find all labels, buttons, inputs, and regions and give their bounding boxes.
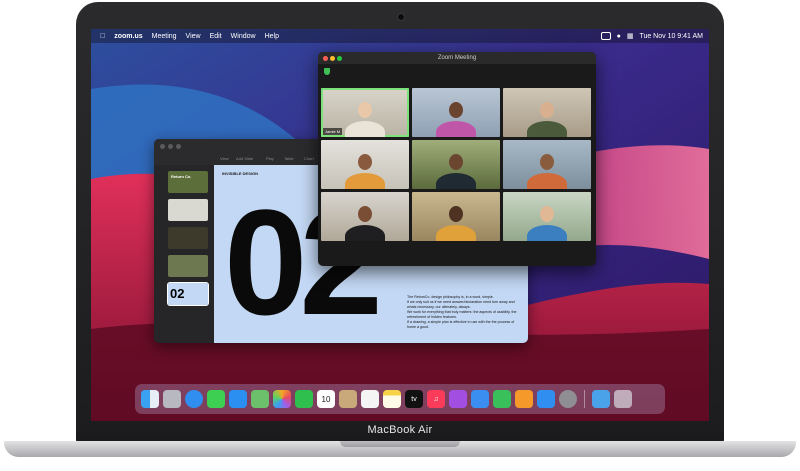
- reminders-icon[interactable]: [361, 390, 379, 408]
- menu-bar:  zoom.us Meeting View Edit Window Help …: [91, 29, 709, 43]
- shield-icon[interactable]: [324, 68, 330, 75]
- participant-tile[interactable]: [412, 140, 500, 189]
- photos-icon[interactable]: [273, 390, 291, 408]
- menu-item-edit[interactable]: Edit: [210, 33, 222, 40]
- participant-name: Jamie M: [323, 128, 343, 135]
- facetime-icon[interactable]: [295, 390, 313, 408]
- minimize-button[interactable]: [330, 56, 335, 61]
- zoom-window-title: Zoom Meeting: [437, 55, 477, 61]
- contacts-icon[interactable]: [339, 390, 357, 408]
- thumb-label: Return Co.: [171, 174, 192, 179]
- slide-thumbnail-selected[interactable]: 02: [167, 282, 209, 306]
- close-button[interactable]: [323, 56, 328, 61]
- zoom-status-icon[interactable]: [600, 32, 611, 40]
- apple-tv-icon[interactable]: tv: [405, 390, 423, 408]
- close-button[interactable]: [160, 144, 165, 149]
- dock: 10 tv ♫: [135, 384, 665, 414]
- system-preferences-icon[interactable]: [559, 390, 577, 408]
- participant-tile[interactable]: [503, 88, 591, 137]
- messages-icon[interactable]: [207, 390, 225, 408]
- maps-icon[interactable]: [251, 390, 269, 408]
- thumb-label: 02: [170, 286, 185, 301]
- app-store-icon[interactable]: [537, 390, 555, 408]
- participant-tile[interactable]: [321, 140, 409, 189]
- apple-icon[interactable]: : [100, 33, 105, 40]
- zoom-window[interactable]: Zoom Meeting Jamie M: [318, 52, 596, 266]
- model-label: MacBook Air: [367, 424, 433, 436]
- slide-thumbnail[interactable]: [168, 255, 208, 277]
- participant-tile[interactable]: [503, 140, 591, 189]
- toolbar-view[interactable]: View: [220, 156, 229, 161]
- menu-extras: ● ▦ Tue Nov 10 9:41 AM: [600, 29, 703, 43]
- calendar-day: 10: [321, 394, 331, 404]
- tv-label: tv: [411, 395, 417, 403]
- dock-separator: [584, 390, 585, 408]
- menu-app-name[interactable]: zoom.us: [114, 33, 142, 40]
- zoom-button[interactable]: [337, 56, 342, 61]
- participant-tile[interactable]: [503, 192, 591, 241]
- slide-thumbnail[interactable]: Return Co.: [168, 171, 208, 193]
- participant-tile[interactable]: [321, 192, 409, 241]
- downloads-folder-icon[interactable]: [592, 390, 610, 408]
- slide-navigator: Return Co. 02: [154, 165, 214, 343]
- toolbar-table[interactable]: Table: [284, 156, 294, 161]
- toolbar-add-slide[interactable]: Add Slide: [236, 156, 253, 161]
- podcasts-icon[interactable]: [449, 390, 467, 408]
- camera: [397, 13, 405, 21]
- menu-datetime[interactable]: Tue Nov 10 9:41 AM: [639, 33, 703, 40]
- trash-icon[interactable]: [614, 390, 632, 408]
- participant-tile[interactable]: Jamie M: [321, 88, 409, 137]
- finder-icon[interactable]: [141, 390, 159, 408]
- participant-tile[interactable]: [412, 88, 500, 137]
- screen:  zoom.us Meeting View Edit Window Help …: [91, 29, 709, 421]
- safari-icon[interactable]: [185, 390, 203, 408]
- numbers-icon[interactable]: [493, 390, 511, 408]
- menu-item-help[interactable]: Help: [265, 33, 279, 40]
- participant-tile[interactable]: [412, 192, 500, 241]
- control-center-icon[interactable]: ▦: [627, 32, 634, 40]
- wifi-icon[interactable]: ●: [617, 33, 621, 40]
- keynote-icon[interactable]: [471, 390, 489, 408]
- slide-heading: INVISIBLE DESIGN: [222, 171, 259, 176]
- calendar-icon[interactable]: 10: [317, 390, 335, 408]
- mail-icon[interactable]: [229, 390, 247, 408]
- menu-item-meeting[interactable]: Meeting: [152, 33, 177, 40]
- zoom-button[interactable]: [176, 144, 181, 149]
- music-icon[interactable]: ♫: [427, 390, 445, 408]
- pages-icon[interactable]: [515, 390, 533, 408]
- menu-item-window[interactable]: Window: [231, 33, 256, 40]
- launchpad-icon[interactable]: [163, 390, 181, 408]
- zoom-title-bar: Zoom Meeting: [318, 52, 596, 64]
- toolbar-chart[interactable]: Chart: [304, 156, 314, 161]
- slide-thumbnail[interactable]: [168, 199, 208, 221]
- toolbar-play[interactable]: Play: [266, 156, 274, 161]
- menu-item-view[interactable]: View: [186, 33, 201, 40]
- slide-body: The RetomCo. design philosophy is, in a …: [407, 295, 517, 329]
- minimize-button[interactable]: [168, 144, 173, 149]
- video-grid: Jamie M: [321, 88, 593, 242]
- base-notch: [340, 441, 460, 447]
- slide-thumbnail[interactable]: [168, 227, 208, 249]
- notes-icon[interactable]: [383, 390, 401, 408]
